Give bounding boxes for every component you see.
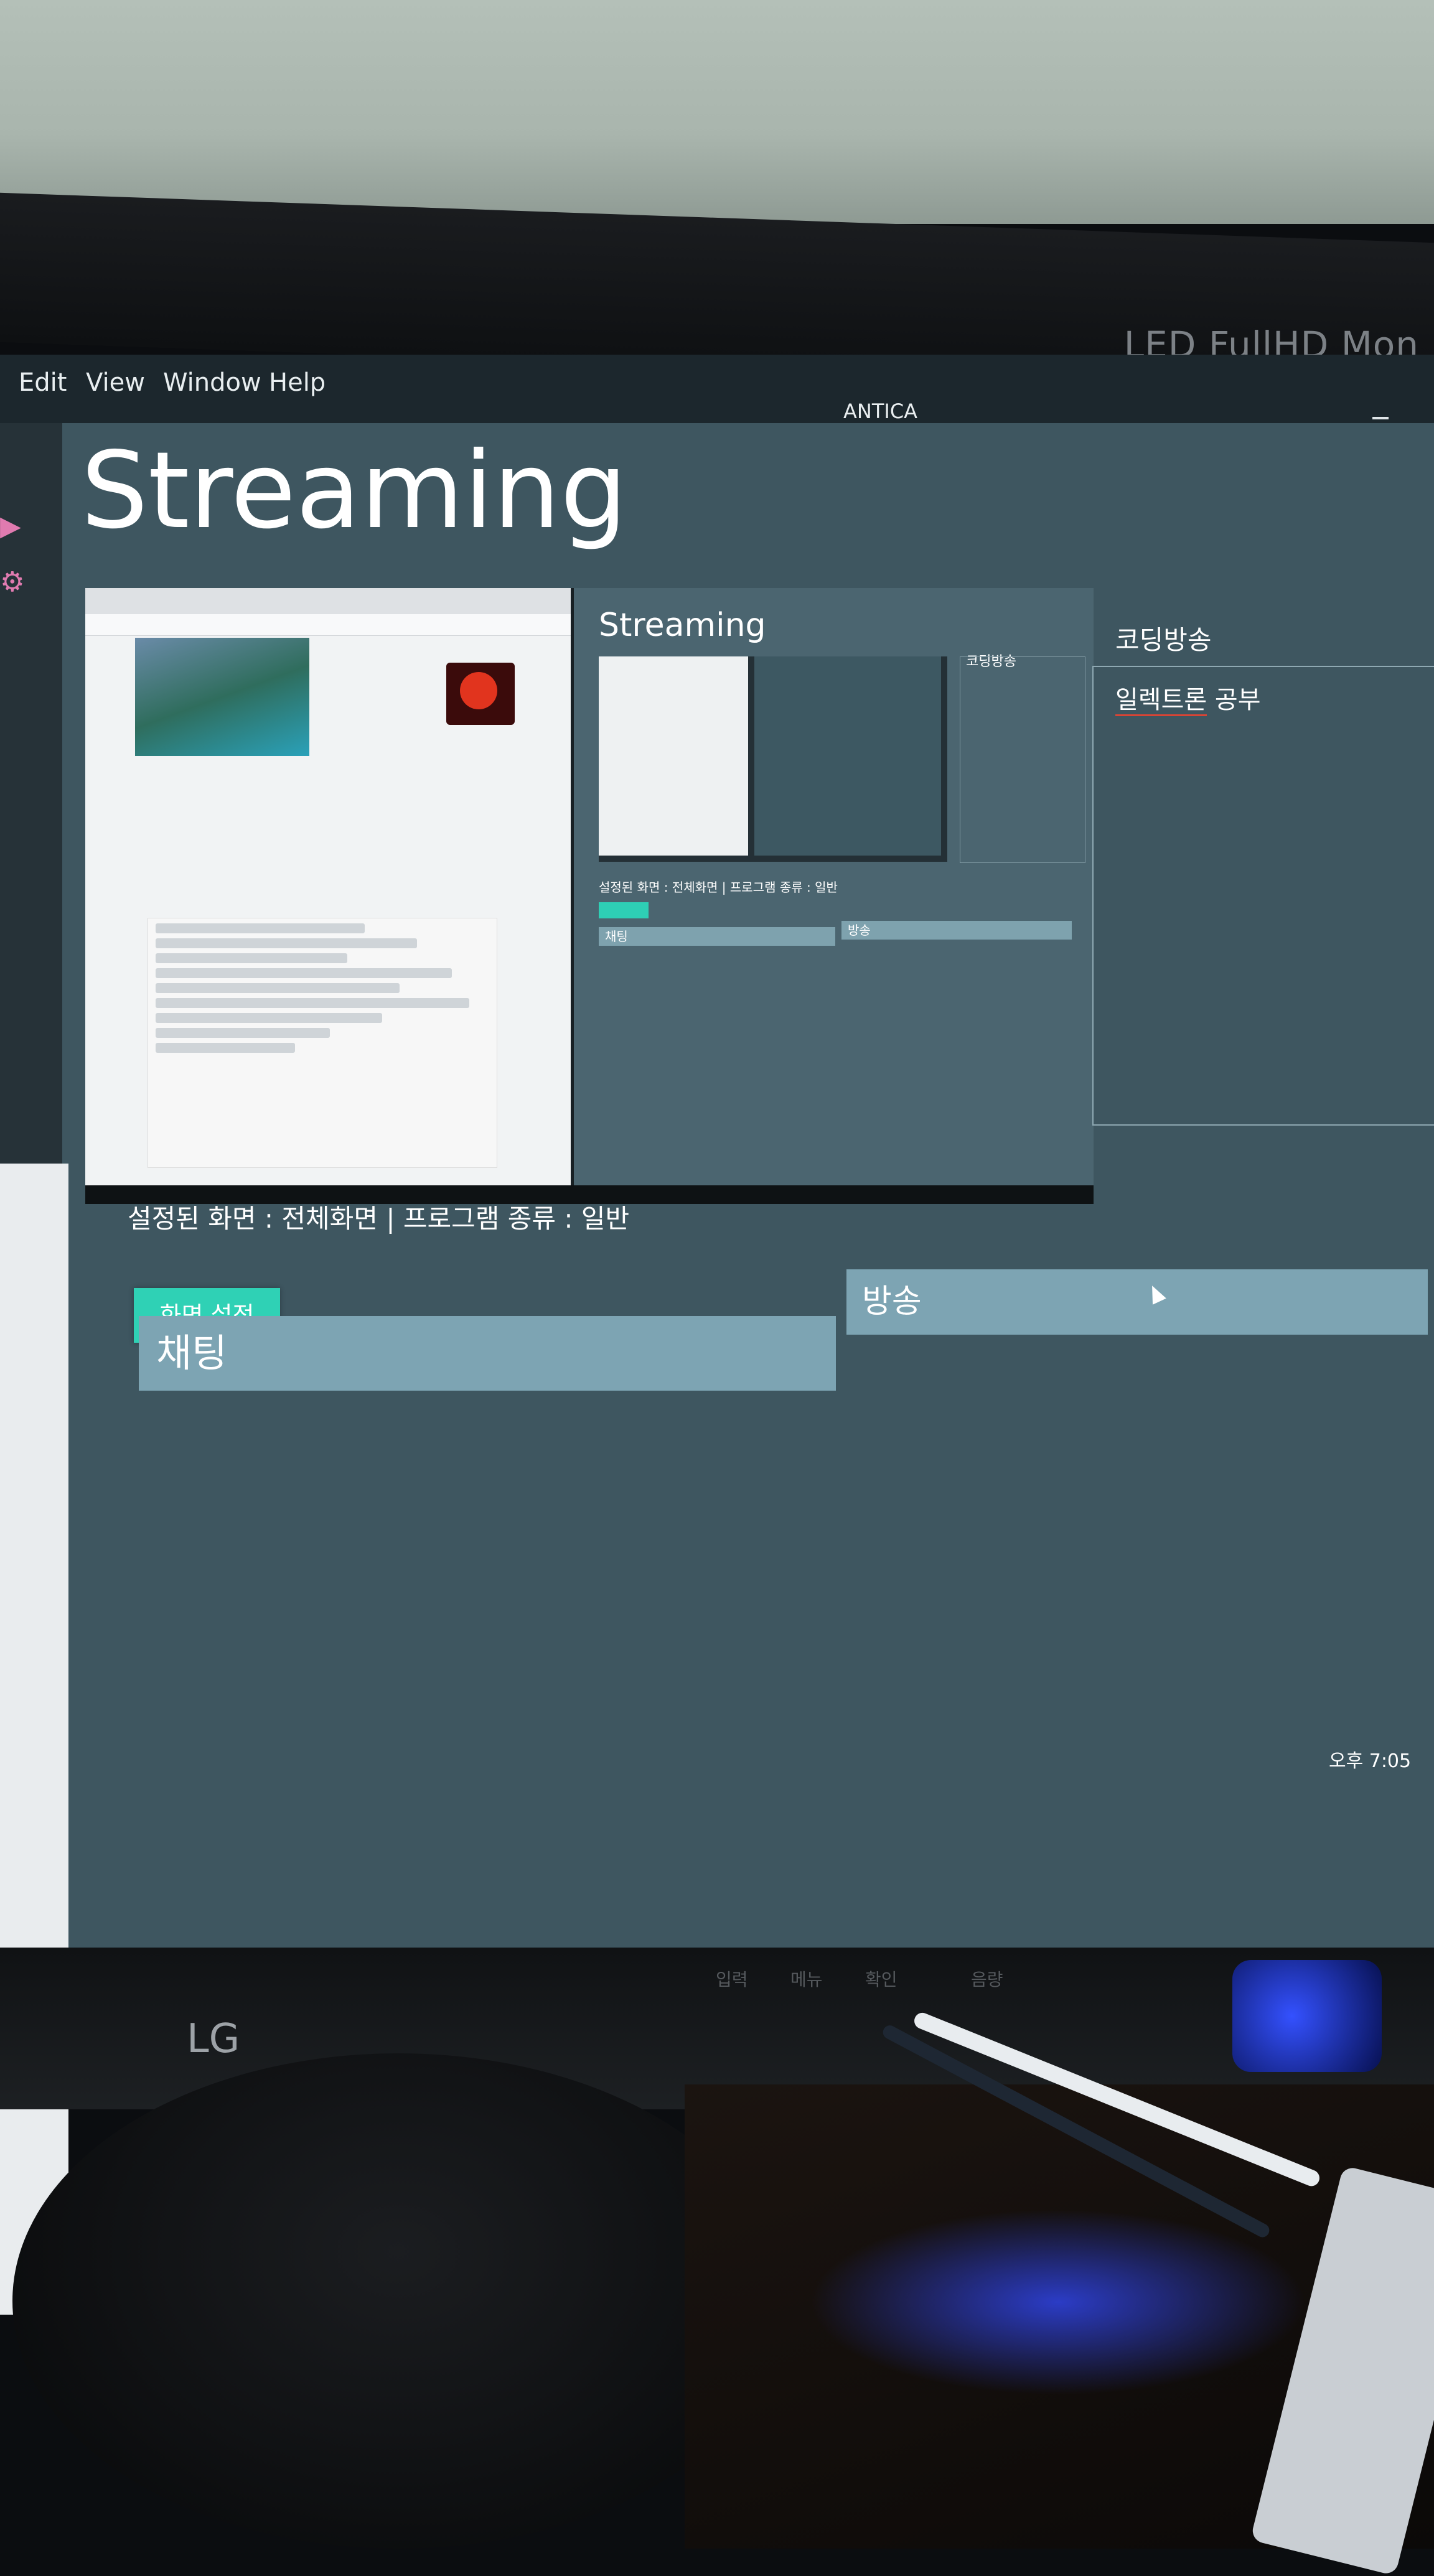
- side-panel-text-rest: 공부: [1207, 686, 1261, 714]
- page-title: Streaming: [81, 429, 627, 553]
- menu-help[interactable]: Help: [269, 368, 326, 397]
- monitor-stand: [12, 2053, 784, 2549]
- browser-code-block: [148, 918, 497, 1168]
- side-panel-title: 코딩방송: [1115, 625, 1212, 655]
- preview-chat-field: 채팅: [599, 927, 835, 946]
- creative-cloud-logo: [446, 663, 515, 725]
- gear-icon[interactable]: ⚙: [0, 566, 27, 598]
- preview-side-panel: [960, 656, 1085, 863]
- preview-browser-window: [85, 588, 571, 1185]
- preview-app-title: Streaming: [599, 607, 766, 644]
- screen-preview: Streaming 코딩방송 설정된 화면 : 전체화면 | 프로그램 종류 :…: [85, 588, 1094, 1204]
- menu-edit[interactable]: Edit: [19, 368, 67, 397]
- monitor-button-menu[interactable]: 메뉴: [790, 1966, 823, 1991]
- blue-led-device: [1232, 1960, 1382, 2072]
- minimize-button[interactable]: [1372, 417, 1389, 419]
- menu-view[interactable]: View: [86, 368, 145, 397]
- broadcast-field[interactable]: 방송: [846, 1269, 1428, 1335]
- lg-logo: LG: [187, 2016, 240, 2062]
- monitor-button-input[interactable]: 입력: [716, 1966, 748, 1991]
- nested-app: [754, 656, 941, 856]
- side-panel-text: 일렉트론 공부: [1115, 679, 1261, 716]
- nested-browser: [599, 656, 748, 856]
- side-panel-underlined-word: 일렉트론: [1115, 686, 1207, 716]
- window-title: ANTICA: [843, 399, 918, 423]
- preview-screen-button: [599, 902, 649, 918]
- monitor-screen: Edit View Window Help ANTICA ▶ ⚙ Streami…: [0, 355, 1434, 2315]
- monitor-button-ok[interactable]: 확인: [865, 1966, 897, 1991]
- browser-tab-strip: [85, 588, 571, 614]
- chat-field[interactable]: 채팅: [139, 1316, 836, 1391]
- preview-app-window: Streaming 코딩방송 설정된 화면 : 전체화면 | 프로그램 종류 :…: [574, 588, 1094, 1185]
- preview-status: 설정된 화면 : 전체화면 | 프로그램 종류 : 일반: [599, 880, 838, 895]
- preview-nested-preview: [599, 656, 947, 862]
- side-panel-box: [1092, 666, 1434, 1126]
- monitor-button-volume[interactable]: 음량: [971, 1966, 1003, 1991]
- menu-bar: Edit View Window Help ANTICA: [0, 355, 1434, 423]
- browser-landscape-image: [135, 638, 309, 756]
- broadcast-icon[interactable]: ▶: [0, 510, 27, 542]
- left-window-edge: [0, 1164, 68, 2315]
- preview-broadcast-field: 방송: [841, 921, 1072, 940]
- status-line: 설정된 화면 : 전체화면 | 프로그램 종류 : 일반: [128, 1203, 630, 1234]
- menu-window[interactable]: Window: [163, 368, 261, 397]
- desk-blue-glow: [809, 2209, 1307, 2396]
- wall-background: [0, 0, 1434, 224]
- taskbar-clock: 오후 7:05: [1329, 1750, 1412, 1772]
- browser-address-bar: [85, 614, 571, 636]
